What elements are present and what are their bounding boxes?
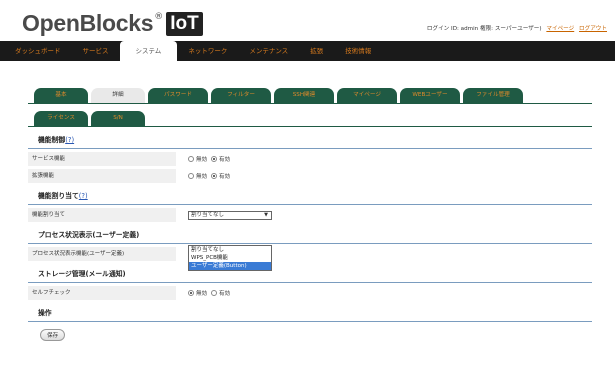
setting-row: サービス機能 無効 有効 (28, 152, 592, 166)
radio-enabled[interactable] (211, 156, 218, 162)
nav-extension[interactable]: 拡張 (299, 41, 334, 61)
tab-web-user[interactable]: WEBユーザー (400, 88, 460, 103)
settings-content: 機能制御(?) サービス機能 無効 有効 拡張機能 無効 有効 機能割り当て(?… (28, 132, 592, 341)
radio-enabled[interactable] (211, 290, 218, 296)
logo: OpenBlocks ® IoT (22, 10, 203, 37)
setting-row: 拡張機能 無効 有効 (28, 169, 592, 183)
subtabs-row2: ライセンス S/N (34, 111, 174, 126)
setting-row: セルフチェック 無効 有効 (28, 286, 592, 300)
section-title-storage: ストレージ管理(メール通知) (28, 266, 592, 283)
setting-label: サービス機能 (28, 152, 176, 166)
function-assign-select[interactable]: 割り当てなし ▼ (188, 210, 272, 220)
section-title-operation: 操作 (28, 305, 592, 322)
radio-disabled[interactable] (188, 173, 194, 179)
tab-filter[interactable]: フィルター (211, 88, 271, 103)
subtabs-row1: 基本 詳細 パスワード フィルター SSH関連 マイページ WEBユーザー ファ… (34, 88, 594, 103)
section-title-func-control: 機能制御(?) (28, 132, 592, 149)
tab-divider (28, 126, 592, 127)
setting-row: プロセス状況表示機能(ユーザー定義) 無効 有効 (28, 247, 592, 261)
page: OpenBlocks ® IoT ログイン ID: admin 権限: スーパー… (0, 0, 615, 392)
setting-label: セルフチェック (28, 286, 176, 300)
nav-maintenance[interactable]: メンテナンス (238, 41, 299, 61)
setting-label: 拡張機能 (28, 169, 176, 183)
mypage-link[interactable]: マイページ (546, 26, 574, 32)
tab-basic[interactable]: 基本 (34, 88, 88, 103)
logo-iot-badge: IoT (166, 11, 203, 36)
logo-text: OpenBlocks (22, 10, 154, 36)
help-link[interactable]: (?) (65, 136, 74, 144)
user-info-bar: ログイン ID: admin 権限: スーパーユーザー) マイページ ログアウト (427, 24, 607, 32)
tab-license[interactable]: ライセンス (34, 111, 88, 126)
dropdown-arrow-icon: ▼ (264, 211, 268, 218)
section-title-func-assign: 機能割り当て(?) (28, 188, 592, 205)
radio-disabled[interactable] (188, 156, 194, 162)
nav-dashboard[interactable]: ダッシュボード (4, 41, 72, 61)
function-assign-dropdown: 割り当てなし WPS_PCB機能 ユーザー定義(Button) (188, 245, 272, 271)
setting-label: プロセス状況表示機能(ユーザー定義) (28, 247, 176, 261)
radio-disabled[interactable] (188, 290, 194, 296)
radio-enabled[interactable] (211, 173, 218, 179)
section-title-process: プロセス状況表示(ユーザー定義) (28, 227, 592, 244)
tab-mypage[interactable]: マイページ (337, 88, 397, 103)
nav-service[interactable]: サービス (72, 41, 120, 61)
save-button[interactable]: 保存 (40, 329, 66, 341)
setting-row: 機能割り当て 割り当てなし ▼ (28, 208, 592, 222)
tab-serial-number[interactable]: S/N (91, 111, 145, 126)
logo-registered-mark: ® (154, 12, 164, 22)
tab-detail[interactable]: 詳細 (91, 88, 145, 103)
dropdown-option[interactable]: ユーザー定義(Button) (189, 262, 271, 270)
setting-label: 機能割り当て (28, 208, 176, 222)
dropdown-option[interactable]: WPS_PCB機能 (189, 254, 271, 262)
nav-network[interactable]: ネットワーク (177, 41, 238, 61)
top-navigation: ダッシュボード サービス システム ネットワーク メンテナンス 拡張 技術情報 (0, 41, 615, 61)
nav-system[interactable]: システム (119, 41, 178, 61)
help-link[interactable]: (?) (79, 192, 88, 200)
tab-divider (28, 103, 592, 104)
logout-link[interactable]: ログアウト (579, 26, 607, 32)
nav-tech-info[interactable]: 技術情報 (334, 41, 382, 61)
dropdown-option[interactable]: 割り当てなし (189, 246, 271, 254)
tab-password[interactable]: パスワード (148, 88, 208, 103)
user-info: ログイン ID: admin 権限: スーパーユーザー) (426, 26, 542, 32)
tab-ssh[interactable]: SSH関連 (274, 88, 334, 103)
tab-file-management[interactable]: ファイル管理 (463, 88, 523, 103)
